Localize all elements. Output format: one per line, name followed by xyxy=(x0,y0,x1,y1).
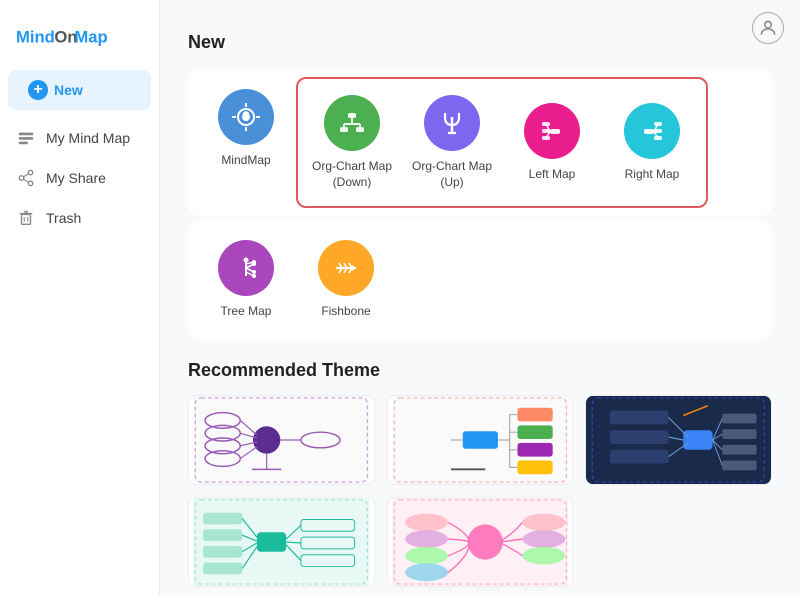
sidebar-item-trash-label: Trash xyxy=(46,210,81,226)
map-item-tree-map[interactable]: Tree Map xyxy=(196,228,296,332)
svg-text:Map: Map xyxy=(74,28,107,47)
map-item-org-chart-up[interactable]: Org-Chart Map (Up) xyxy=(402,83,502,202)
new-section-title: New xyxy=(188,32,772,53)
recommended-theme-title: Recommended Theme xyxy=(188,360,772,381)
new-label: New xyxy=(54,82,83,98)
trash-icon xyxy=(16,208,36,228)
sidebar-item-my-mind-map-label: My Mind Map xyxy=(46,130,130,146)
new-plus-icon: + xyxy=(28,80,48,100)
map-item-left-map[interactable]: Left Map xyxy=(502,83,602,202)
right-map-icon xyxy=(624,103,680,159)
theme-card-5[interactable] xyxy=(387,497,574,587)
extra-maps-row: Tree Map Fishb xyxy=(188,220,772,340)
map-item-fishbone[interactable]: Fishbone xyxy=(296,228,396,332)
my-share-icon xyxy=(16,168,36,188)
tree-map-icon xyxy=(218,240,274,296)
svg-text:Mind: Mind xyxy=(16,28,55,47)
left-map-icon xyxy=(524,103,580,159)
org-chart-up-label: Org-Chart Map (Up) xyxy=(410,159,494,190)
theme-card-1[interactable] xyxy=(188,395,375,485)
main-content: New MindMap xyxy=(160,0,800,596)
map-item-mindmap[interactable]: MindMap xyxy=(196,77,296,181)
tree-map-label: Tree Map xyxy=(221,304,272,320)
sidebar-item-my-share[interactable]: My Share xyxy=(0,158,159,198)
org-chart-down-icon xyxy=(324,95,380,151)
map-item-right-map[interactable]: Right Map xyxy=(602,83,702,202)
map-item-org-chart-down[interactable]: Org-Chart Map(Down) xyxy=(302,83,402,202)
right-map-label: Right Map xyxy=(625,167,680,183)
sidebar: Mind On Map + New My Mind Map My Share T… xyxy=(0,0,160,596)
mindmap-icon xyxy=(218,89,274,145)
my-mind-map-icon xyxy=(16,128,36,148)
fishbone-icon xyxy=(318,240,374,296)
highlighted-maps-group: Org-Chart Map(Down) Org-Chart Map (Up) xyxy=(296,77,708,208)
org-chart-up-icon xyxy=(424,95,480,151)
sidebar-item-trash[interactable]: Trash xyxy=(0,198,159,238)
theme-card-3[interactable] xyxy=(585,395,772,485)
new-button[interactable]: + New xyxy=(8,70,151,110)
org-chart-down-label: Org-Chart Map(Down) xyxy=(312,159,392,190)
user-avatar[interactable] xyxy=(752,12,784,44)
left-map-label: Left Map xyxy=(529,167,576,183)
fishbone-label: Fishbone xyxy=(321,304,370,320)
sidebar-item-my-share-label: My Share xyxy=(46,170,106,186)
mindmap-label: MindMap xyxy=(221,153,270,169)
sidebar-item-my-mind-map[interactable]: My Mind Map xyxy=(0,118,159,158)
theme-grid xyxy=(188,395,772,587)
recommended-theme-section: Recommended Theme xyxy=(188,360,772,587)
logo: Mind On Map xyxy=(0,10,159,70)
theme-card-2[interactable] xyxy=(387,395,574,485)
theme-card-4[interactable] xyxy=(188,497,375,587)
